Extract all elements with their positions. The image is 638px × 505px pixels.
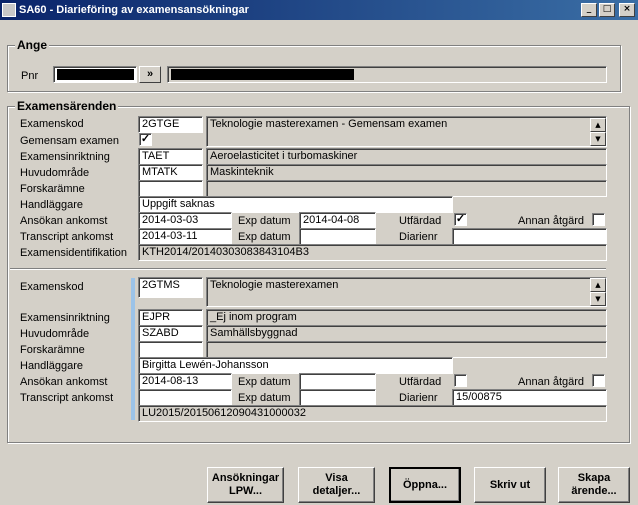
forskaramne-code-field[interactable] [138, 341, 203, 358]
app-icon [2, 3, 16, 17]
pnr-label: Pnr [21, 70, 39, 82]
exp-datum-field[interactable] [299, 228, 376, 245]
visa-detaljer-button[interactable]: Visa detaljer... [298, 467, 375, 503]
skriv-ut-label: Skriv ut [489, 478, 531, 491]
diarienr-label: Diarienr [399, 231, 438, 243]
pnr-redaction [57, 69, 134, 80]
window-title: SA60 - Diarieföring av examensansökninga… [19, 4, 249, 16]
forskaramne-description [206, 341, 607, 358]
examenskod-label: Examenskod [20, 118, 84, 130]
ansokan-ankomst-label: Ansökan ankomst [20, 376, 108, 388]
minimize-button[interactable]: _ [581, 3, 597, 17]
huvudomrade-code-field[interactable]: SZABD [138, 325, 203, 342]
forskaramne-label: Forskarämne [20, 344, 85, 356]
scroll-down-button[interactable]: ▼ [590, 292, 606, 306]
diarienr-field[interactable]: 15/00875 [452, 389, 607, 406]
huvudomrade-description: Samhällsbyggnad [206, 325, 607, 342]
handlaggare-field[interactable]: Birgitta Lewén-Johansson [138, 357, 453, 374]
exp-datum-field[interactable]: 2014-04-08 [299, 212, 376, 229]
huvudomrade-label: Huvudområde [20, 328, 90, 340]
utfardad-label: Utfärdad [399, 215, 442, 227]
inriktning-description: _Ej inom program [206, 309, 607, 326]
huvudomrade-label: Huvudområde [20, 167, 90, 179]
visa-detaljer-line1: Visa [325, 472, 348, 484]
skapa-arende-button[interactable]: Skapa ärende... [558, 467, 630, 503]
ansokan-ankomst-field[interactable]: 2014-03-03 [138, 212, 232, 229]
gemensam-examen-checkbox[interactable]: ✓ [139, 133, 152, 146]
examensarenden-legend: Examensärenden [15, 99, 119, 113]
handlaggare-field[interactable]: Uppgift saknas [138, 196, 453, 213]
ansokningar-lpw-line2: LPW... [229, 485, 262, 497]
skapa-arende-line2: ärende... [571, 485, 617, 497]
inriktning-description: Aeroelasticitet i turbomaskiner [206, 148, 607, 165]
diarienr-label: Diarienr [399, 392, 438, 404]
ansokningar-lpw-button[interactable]: Ansökningar LPW... [207, 467, 284, 503]
forskaramne-code-field[interactable] [138, 180, 203, 197]
transcript-ankomst-label: Transcript ankomst [20, 231, 114, 243]
oppna-label: Öppna... [403, 478, 447, 491]
examenskod-field[interactable]: 2GTMS [138, 277, 203, 298]
exp-datum-label: Exp datum [238, 392, 291, 404]
transcript-ankomst-label: Transcript ankomst [20, 392, 114, 404]
skapa-arende-line1: Skapa [577, 472, 611, 484]
name-redaction [171, 69, 354, 80]
examenskod-label: Examenskod [20, 281, 84, 293]
exp-datum-label: Exp datum [238, 376, 291, 388]
utfardad-checkbox[interactable] [454, 374, 467, 387]
transcript-ankomst-field[interactable] [138, 389, 232, 406]
skriv-ut-button[interactable]: Skriv ut [474, 467, 546, 503]
scroll-up-button[interactable]: ▲ [590, 278, 606, 292]
huvudomrade-description: Maskinteknik [206, 164, 607, 181]
handlaggare-label: Handläggare [20, 199, 83, 211]
inriktning-label: Examensinriktning [20, 151, 110, 163]
annan-atgard-checkbox[interactable] [592, 374, 605, 387]
exp-datum-label: Exp datum [238, 231, 291, 243]
transcript-ankomst-field[interactable]: 2014-03-11 [138, 228, 232, 245]
inriktning-label: Examensinriktning [20, 312, 110, 324]
ansokan-ankomst-field[interactable]: 2014-08-13 [138, 373, 232, 390]
gemensam-examen-label: Gemensam examen [20, 135, 120, 147]
oppna-button[interactable]: Öppna... [389, 467, 461, 503]
ange-legend: Ange [15, 38, 49, 52]
visa-detaljer-line2: detaljer... [312, 485, 361, 497]
annan-atgard-label: Annan åtgärd [518, 376, 585, 388]
examensidentifikation-field: KTH2014/20140303083843104B3 [138, 244, 607, 261]
title-bar: SA60 - Diarieföring av examensansökninga… [0, 0, 638, 20]
scroll-up-button[interactable]: ▲ [590, 118, 606, 132]
forskaramne-description [206, 180, 607, 197]
ansokan-ankomst-label: Ansökan ankomst [20, 215, 108, 227]
examenskod-field[interactable]: 2GTGE [138, 116, 203, 133]
utfardad-checkbox[interactable]: ✓ [454, 213, 467, 226]
diarienr-field[interactable] [452, 228, 607, 245]
inriktning-code-field[interactable]: EJPR [138, 309, 203, 326]
examensidentifikation-field: LU2015/20150612090431000032 [138, 405, 607, 422]
huvudomrade-code-field[interactable]: MTATK [138, 164, 203, 181]
exp-datum-field[interactable] [299, 373, 376, 390]
forskaramne-label: Forskarämne [20, 183, 85, 195]
ansokningar-lpw-line1: Ansökningar [211, 472, 280, 484]
annan-atgard-checkbox[interactable] [592, 213, 605, 226]
pnr-search-button[interactable]: » [139, 66, 161, 83]
examenskod-description: Teknologie masterexamen [206, 277, 607, 307]
exp-datum-label: Exp datum [238, 215, 291, 227]
selected-case-indicator [131, 278, 135, 420]
scroll-down-button[interactable]: ▼ [590, 132, 606, 146]
maximize-button[interactable]: □ [599, 3, 615, 17]
utfardad-label: Utfärdad [399, 376, 442, 388]
examensidentifikation-label: Examensidentifikation [20, 247, 128, 259]
exp-datum-field[interactable] [299, 389, 376, 406]
handlaggare-label: Handläggare [20, 360, 83, 372]
case-divider [10, 268, 606, 270]
examenskod-description: Teknologie masterexamen - Gemensam exame… [206, 116, 607, 147]
inriktning-code-field[interactable]: TAET [138, 148, 203, 165]
annan-atgard-label: Annan åtgärd [518, 215, 585, 227]
close-button[interactable]: × [619, 3, 635, 17]
